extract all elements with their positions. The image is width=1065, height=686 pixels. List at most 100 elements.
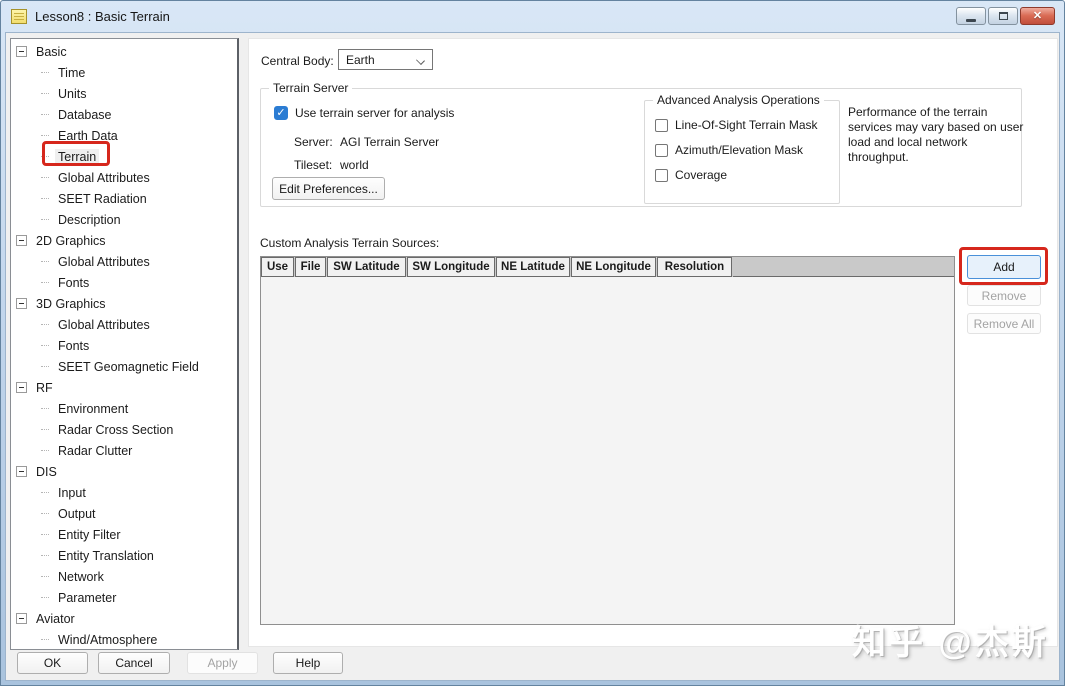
sidebar-item-entity-filter[interactable]: Entity Filter xyxy=(11,524,237,545)
sidebar-item-fonts[interactable]: Fonts xyxy=(11,272,237,293)
coverage-checkbox[interactable] xyxy=(655,169,668,182)
sidebar-item-label: Fonts xyxy=(55,338,92,354)
column-header-sw-longitude[interactable]: SW Longitude xyxy=(407,257,495,277)
sidebar-item-label: Radar Clutter xyxy=(55,443,135,459)
sidebar-item-3d-graphics[interactable]: 3D Graphics xyxy=(11,293,237,314)
central-body-dropdown[interactable]: Earth xyxy=(338,49,433,70)
tree-connector-line xyxy=(41,555,49,556)
sidebar-item-label: Global Attributes xyxy=(55,317,153,333)
apply-button[interactable]: Apply xyxy=(187,652,258,674)
column-header-file[interactable]: File xyxy=(295,257,326,277)
sidebar-item-label: Basic xyxy=(33,44,70,60)
tree-connector-line xyxy=(41,177,49,178)
column-header-sw-latitude[interactable]: SW Latitude xyxy=(327,257,406,277)
terrain-settings-panel: Central Body: Earth Terrain Server ✓ Use… xyxy=(248,38,1058,647)
sidebar-item-label: Entity Filter xyxy=(55,527,124,543)
custom-sources-table[interactable]: UseFileSW LatitudeSW LongitudeNE Latitud… xyxy=(260,256,955,625)
collapse-icon[interactable] xyxy=(16,613,27,624)
sidebar-item-terrain[interactable]: Terrain xyxy=(11,146,237,167)
sidebar-item-label: Input xyxy=(55,485,89,501)
sidebar-item-entity-translation[interactable]: Entity Translation xyxy=(11,545,237,566)
sidebar-item-label: Terrain xyxy=(55,149,99,165)
panel-splitter[interactable] xyxy=(240,38,243,650)
sidebar-item-label: Time xyxy=(55,65,88,81)
sidebar-item-2d-graphics[interactable]: 2D Graphics xyxy=(11,230,237,251)
sidebar-item-aviator[interactable]: Aviator xyxy=(11,608,237,629)
minimize-icon xyxy=(966,19,976,22)
advanced-option-line-of-sight-terrain-mask[interactable]: Line-Of-Sight Terrain Mask xyxy=(655,118,818,132)
custom-sources-label: Custom Analysis Terrain Sources: xyxy=(260,236,439,250)
sidebar-item-time[interactable]: Time xyxy=(11,62,237,83)
sidebar-item-database[interactable]: Database xyxy=(11,104,237,125)
tree-connector-line xyxy=(41,219,49,220)
tree-connector-line xyxy=(41,639,49,640)
sidebar-item-environment[interactable]: Environment xyxy=(11,398,237,419)
sidebar-item-radar-cross-section[interactable]: Radar Cross Section xyxy=(11,419,237,440)
tree-connector-line xyxy=(41,156,49,157)
sidebar-item-units[interactable]: Units xyxy=(11,83,237,104)
edit-preferences-button[interactable]: Edit Preferences... xyxy=(272,177,385,200)
tileset-value: world xyxy=(340,158,369,172)
sidebar-item-label: 3D Graphics xyxy=(33,296,108,312)
sidebar-item-radar-clutter[interactable]: Radar Clutter xyxy=(11,440,237,461)
tree-connector-line xyxy=(41,492,49,493)
tree-connector-line xyxy=(41,135,49,136)
sidebar-item-global-attributes[interactable]: Global Attributes xyxy=(11,314,237,335)
minimize-button[interactable] xyxy=(956,7,986,25)
sidebar-item-global-attributes[interactable]: Global Attributes xyxy=(11,251,237,272)
tree-connector-line xyxy=(41,597,49,598)
column-header-ne-longitude[interactable]: NE Longitude xyxy=(571,257,656,277)
tree-connector-line xyxy=(41,513,49,514)
sidebar-item-input[interactable]: Input xyxy=(11,482,237,503)
sidebar-item-wind-atmosphere[interactable]: Wind/Atmosphere xyxy=(11,629,237,650)
sidebar-item-label: Entity Translation xyxy=(55,548,157,564)
sidebar-item-global-attributes[interactable]: Global Attributes xyxy=(11,167,237,188)
close-button[interactable]: ✕ xyxy=(1020,7,1055,25)
advanced-analysis-group-title: Advanced Analysis Operations xyxy=(653,93,824,107)
collapse-icon[interactable] xyxy=(16,382,27,393)
titlebar[interactable]: Lesson8 : Basic Terrain ✕ xyxy=(1,1,1064,32)
sidebar-item-seet-geomagnetic-field[interactable]: SEET Geomagnetic Field xyxy=(11,356,237,377)
sidebar-item-earth-data[interactable]: Earth Data xyxy=(11,125,237,146)
sidebar-item-rf[interactable]: RF xyxy=(11,377,237,398)
collapse-icon[interactable] xyxy=(16,298,27,309)
sidebar-item-parameter[interactable]: Parameter xyxy=(11,587,237,608)
column-header-use[interactable]: Use xyxy=(261,257,294,277)
use-terrain-server-checkbox[interactable]: ✓ xyxy=(274,106,288,120)
remove-button[interactable]: Remove xyxy=(967,285,1041,306)
remove-all-button[interactable]: Remove All xyxy=(967,313,1041,334)
sidebar-item-label: Environment xyxy=(55,401,131,417)
tree-connector-line xyxy=(41,450,49,451)
collapse-icon[interactable] xyxy=(16,466,27,477)
column-header-ne-latitude[interactable]: NE Latitude xyxy=(496,257,570,277)
sidebar-item-label: Description xyxy=(55,212,124,228)
sidebar-item-basic[interactable]: Basic xyxy=(11,41,237,62)
cancel-button[interactable]: Cancel xyxy=(98,652,170,674)
sidebar-item-label: SEET Radiation xyxy=(55,191,150,207)
maximize-button[interactable] xyxy=(988,7,1018,25)
sidebar-item-network[interactable]: Network xyxy=(11,566,237,587)
scenario-note-icon xyxy=(11,9,27,24)
server-label: Server: xyxy=(294,135,333,149)
sidebar-item-seet-radiation[interactable]: SEET Radiation xyxy=(11,188,237,209)
help-button[interactable]: Help xyxy=(273,652,343,674)
collapse-icon[interactable] xyxy=(16,46,27,57)
add-button[interactable]: Add xyxy=(967,255,1041,279)
ok-button[interactable]: OK xyxy=(17,652,88,674)
sidebar-item-label: Global Attributes xyxy=(55,254,153,270)
advanced-option-azimuth-elevation-mask[interactable]: Azimuth/Elevation Mask xyxy=(655,143,803,157)
line-of-sight-terrain-mask-checkbox[interactable] xyxy=(655,119,668,132)
azimuth-elevation-mask-checkbox[interactable] xyxy=(655,144,668,157)
table-header-row: UseFileSW LatitudeSW LongitudeNE Latitud… xyxy=(261,257,954,277)
sidebar-item-fonts[interactable]: Fonts xyxy=(11,335,237,356)
tree-connector-line xyxy=(41,366,49,367)
sidebar-item-output[interactable]: Output xyxy=(11,503,237,524)
sidebar-item-label: DIS xyxy=(33,464,60,480)
sidebar-item-dis[interactable]: DIS xyxy=(11,461,237,482)
sidebar-item-description[interactable]: Description xyxy=(11,209,237,230)
tree-connector-line xyxy=(41,576,49,577)
collapse-icon[interactable] xyxy=(16,235,27,246)
column-header-resolution[interactable]: Resolution xyxy=(657,257,732,277)
tree-connector-line xyxy=(41,114,49,115)
advanced-option-coverage[interactable]: Coverage xyxy=(655,168,727,182)
